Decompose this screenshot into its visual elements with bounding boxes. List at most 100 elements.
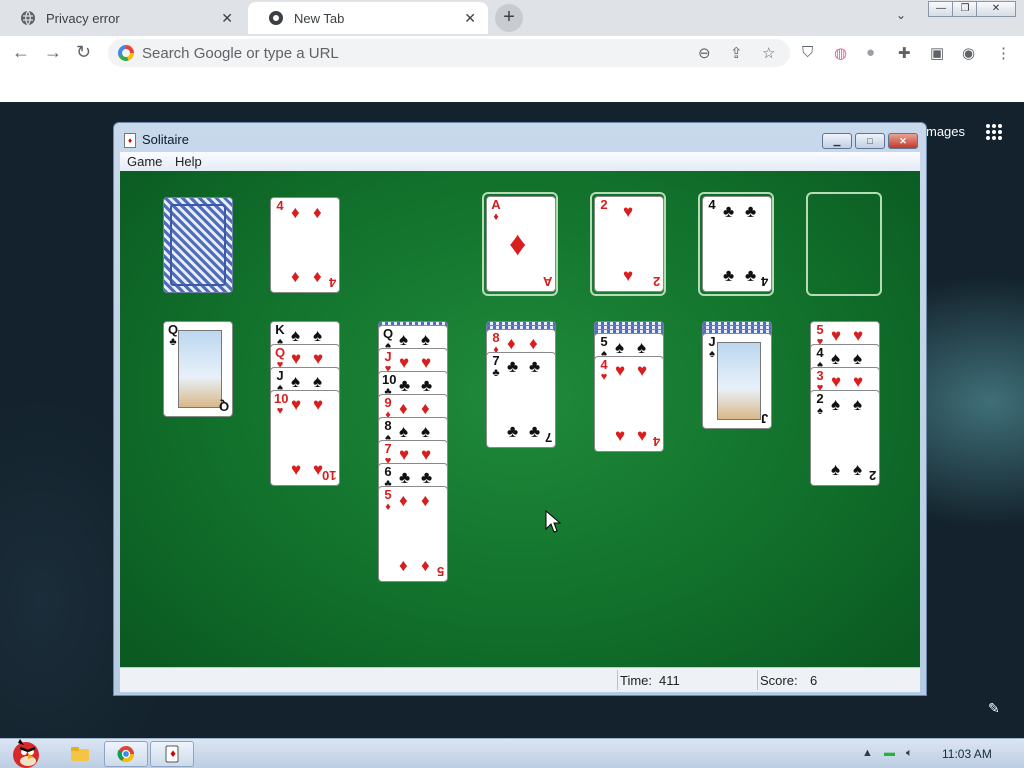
card-suit-icon: ♥ (399, 353, 410, 372)
window-title: Solitaire (142, 132, 189, 147)
menu-game[interactable]: Game (127, 154, 162, 169)
tableau-card[interactable]: 5 ♦ ♦ ♦ ♦ ♦ 5 (378, 486, 448, 582)
forward-arrow-icon[interactable]: → (44, 42, 62, 63)
card-rank: 3 (816, 368, 824, 383)
card-rank: Q (382, 326, 394, 341)
menu-help[interactable]: Help (175, 154, 202, 169)
card-rank: 4 (708, 197, 716, 212)
tableau-card[interactable]: 2 ♠ ♠ ♠ ♠ ♠ 2 (810, 390, 880, 486)
tableau-card[interactable]: 10 ♥ ♥ ♥ ♥ ♥ 10 (270, 390, 340, 486)
suit-heart-icon: ♥ (623, 202, 634, 221)
start-button-angry-bird-icon[interactable] (4, 735, 44, 768)
card-rank: 10 (274, 391, 289, 406)
new-tab-button[interactable]: + (495, 4, 523, 32)
foundation-3[interactable]: 4 ♣ ♣ ♣ ♣ 4 (698, 192, 774, 296)
file-explorer-folder-icon[interactable] (58, 741, 102, 767)
tableau-card[interactable]: Q♣♣♣Q (163, 321, 233, 417)
score-value: 6 (810, 673, 818, 688)
volume-icon[interactable]: 🔈︎ (906, 747, 913, 760)
card-suit-icon: ♠ (853, 460, 863, 479)
zoom-icon[interactable]: ⊖ (698, 44, 711, 62)
back-arrow-icon[interactable]: ← (12, 42, 30, 63)
card-rank: 4 (652, 434, 660, 449)
minimize-button[interactable]: ▁ (822, 133, 852, 149)
card-suit-icon: ♥ (853, 372, 864, 391)
close-button[interactable]: ✕ (888, 133, 918, 149)
card-rank: 2 (868, 468, 876, 483)
customize-pencil-icon[interactable]: ✎ (988, 700, 1000, 717)
side-panel-icon[interactable]: ▣ (930, 44, 944, 62)
minimize-button[interactable]: — (928, 1, 954, 17)
show-hidden-icons-icon[interactable]: ▲ (862, 747, 873, 759)
card-suit-icon: ♣ (529, 357, 541, 376)
card-rank: K (275, 322, 285, 337)
card-suit-icon: ♠ (291, 372, 301, 391)
profile-avatar-icon[interactable]: ◉ (962, 44, 975, 62)
card-rank: 7 (492, 353, 500, 368)
card-suit-icon: ♣ (529, 422, 541, 441)
extension-flag-icon[interactable]: ◍ (834, 44, 847, 62)
share-icon[interactable]: ⇪ (730, 44, 743, 62)
suit-heart-icon: ♥ (623, 266, 634, 285)
svg-text:♦: ♦ (169, 750, 177, 760)
foundation-card[interactable]: A ♦ ♦ A (486, 196, 556, 292)
omnibox[interactable]: ⊖ ⇪ ☆ (108, 39, 790, 67)
address-input[interactable] (142, 42, 682, 64)
card-suit-icon: ♠ (853, 395, 863, 414)
suit-club-icon: ♣ (745, 202, 757, 221)
card-suit-icon: ♣ (492, 367, 500, 379)
browser-toolbar: ← → ↻ ⊖ ⇪ ☆ ⛉ ◍ ● ✚ ▣ ◉ ⋮ (0, 36, 1024, 68)
tab-privacy-error[interactable]: Privacy error ✕ (0, 2, 245, 34)
card-suit-icon: ♥ (853, 326, 864, 345)
card-suit-icon: ♠ (399, 330, 409, 349)
card-suit-icon: ♠ (421, 422, 431, 441)
face-card-picture (717, 342, 761, 420)
foundation-1[interactable]: A ♦ ♦ A (482, 192, 558, 296)
tab-search-chevron-icon[interactable]: ⌄ (896, 8, 906, 22)
foundation-4-empty[interactable] (806, 192, 882, 296)
extensions-puzzle-icon[interactable]: ✚ (898, 44, 911, 62)
ublock-shield-icon[interactable]: ⛉ (802, 44, 813, 61)
extension-leaf-icon[interactable]: ● (866, 44, 875, 61)
apps-grid-icon[interactable] (986, 124, 1002, 140)
menu-bar: Game Help (120, 152, 920, 171)
taskbar: ♦ ▲ ▬ 🔈︎ 11:03 AM (0, 738, 1024, 768)
waste-card[interactable]: 4 ♦ ♦ ♦ ♦ 4 (270, 197, 340, 293)
network-icon[interactable]: ▬ (884, 747, 895, 759)
card-suit-icon: ♦ (529, 334, 538, 353)
card-suit-icon: ♣ (421, 376, 433, 395)
card-suit-icon: ♥ (313, 395, 324, 414)
card-suit-icon: ♦ (385, 501, 391, 513)
suit-club-icon: ♣ (723, 202, 735, 221)
tableau-card[interactable]: J♠♠♠J (702, 333, 772, 429)
card-rank: J (276, 368, 284, 383)
close-window-button[interactable]: ✕ (976, 1, 1016, 17)
taskbar-chrome-icon[interactable] (104, 741, 148, 767)
tab-new-tab[interactable]: New Tab ✕ (248, 2, 488, 34)
restore-button[interactable]: ❐ (952, 1, 978, 17)
solitaire-window: ♦ Solitaire ▁ □ ✕ Game Help 4 ♦ ♦ ♦ ♦ 4 … (113, 122, 927, 696)
card-suit-icon: ♠ (831, 349, 841, 368)
card-suit-icon: ♣ (507, 422, 519, 441)
foundation-2[interactable]: 2 ♥ ♥ 2 (590, 192, 666, 296)
foundation-card[interactable]: 4 ♣ ♣ ♣ ♣ 4 (702, 196, 772, 292)
menu-kebab-icon[interactable]: ⋮ (996, 44, 1011, 62)
close-tab-icon[interactable]: ✕ (221, 10, 233, 27)
tableau-card[interactable]: 7 ♣ ♣ ♣ ♣ ♣ 7 (486, 352, 556, 448)
card-suit-icon: ♦ (421, 491, 430, 510)
clock[interactable]: 11:03 AM (942, 747, 992, 761)
card-rank: 7 (544, 430, 552, 445)
reload-icon[interactable]: ↻ (76, 42, 91, 63)
bookmark-star-icon[interactable]: ☆ (762, 44, 775, 62)
maximize-button[interactable]: □ (855, 133, 885, 149)
solitaire-app-icon: ♦ (124, 133, 136, 148)
foundation-card[interactable]: 2 ♥ ♥ 2 (594, 196, 664, 292)
tableau-card[interactable]: 4 ♥ ♥ ♥ ♥ ♥ 4 (594, 356, 664, 452)
taskbar-solitaire-icon[interactable]: ♦ (150, 741, 194, 767)
card-suit-icon: ♦ (421, 399, 430, 418)
card-suit-icon: ♣ (507, 357, 519, 376)
close-tab-icon[interactable]: ✕ (464, 10, 476, 27)
images-link[interactable]: mages (926, 124, 965, 139)
card-rank: A (542, 274, 552, 289)
stock-pile[interactable] (163, 197, 233, 293)
